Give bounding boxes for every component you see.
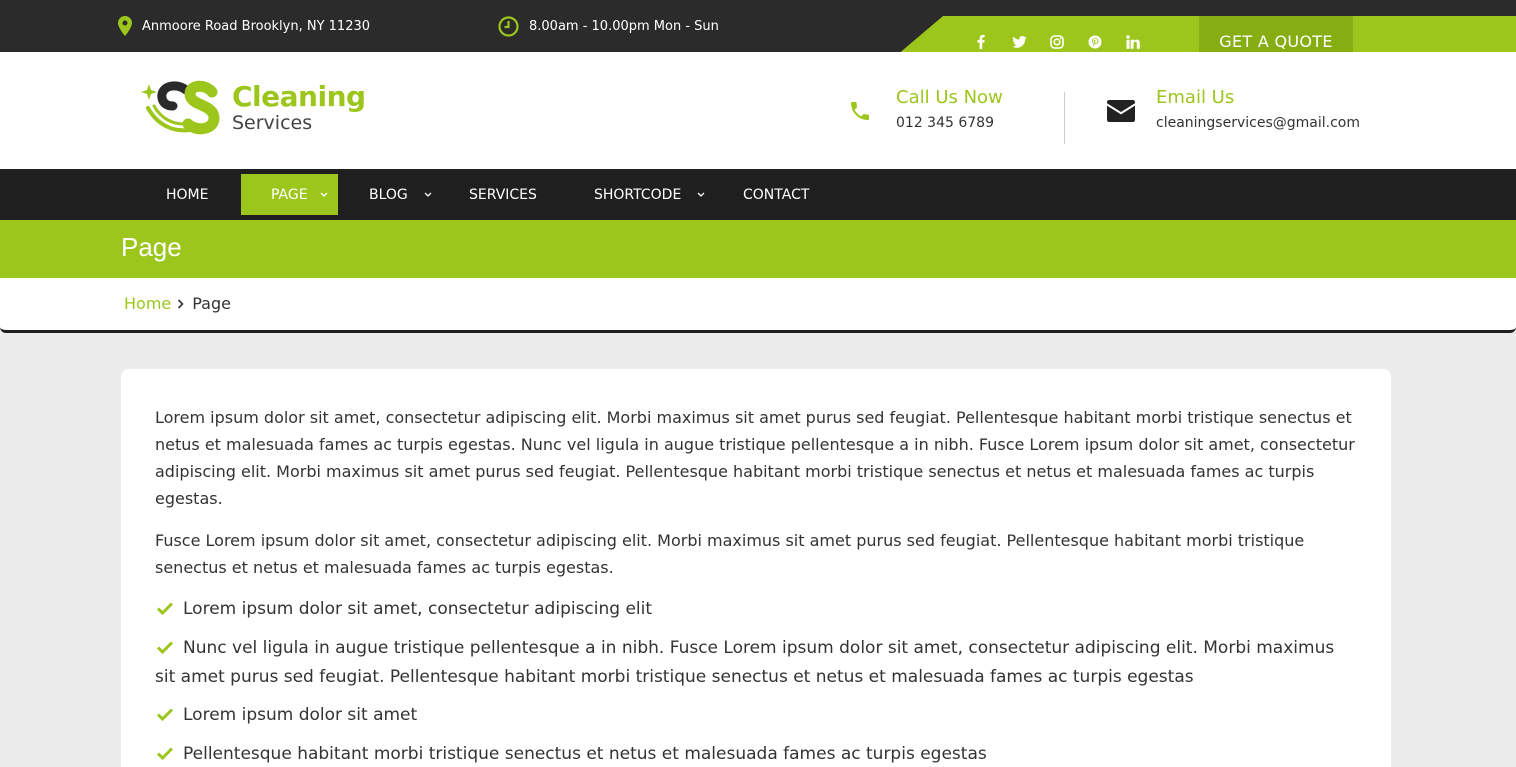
nav-item-label: SHORTCODE [594,186,682,203]
list-item-text: Pellentesque habitant morbi tristique se… [183,744,987,764]
chevron-down-icon [320,192,328,197]
breadcrumb-current: Page [192,294,231,313]
content-paragraph: Lorem ipsum dolor sit amet, consectetur … [155,408,1355,508]
site-header: Cleaning Services Call Us Now 012 345 67… [0,52,1516,169]
list-item-text: Lorem ipsum dolor sit amet [183,705,418,725]
list-item: Nunc vel ligula in augue tristique pelle… [155,634,1355,692]
nav-item-contact[interactable]: CONTACT [743,174,809,215]
phone-number[interactable]: 012 345 6789 [896,110,1003,136]
breadcrumb-bar: Home Page [0,278,1516,333]
email-us-block: Email Us cleaningservices@gmail.com [1107,52,1360,169]
chevron-right-icon [178,298,184,309]
hours-text: 8.00am - 10.00pm Mon - Sun [529,18,719,34]
nav-item-page[interactable]: PAGE [241,174,338,215]
clock-icon [498,15,519,37]
cs-logo-icon [141,80,220,135]
page-title: Page [121,232,182,262]
header-divider [1064,92,1065,144]
call-us-title: Call Us Now [896,86,1003,108]
content-card: Lorem ipsum dolor sit amet, consectetur … [121,369,1391,767]
address-text: Anmoore Road Brooklyn, NY 11230 [142,18,371,34]
call-us-block: Call Us Now 012 345 6789 [848,52,1003,169]
chevron-down-icon [697,192,705,197]
check-icon [156,602,174,615]
chevron-down-icon [424,192,432,197]
nav-item-shortcode[interactable]: SHORTCODE [594,174,705,215]
nav-item-services[interactable]: SERVICES [469,174,537,215]
logo-title: Cleaning [232,80,366,113]
site-logo[interactable]: Cleaning Services [140,80,366,136]
list-item: Lorem ipsum dolor sit amet [155,701,1355,730]
nav-item-blog[interactable]: BLOG [369,174,432,215]
logo-subtitle: Services [232,112,313,134]
check-icon [156,641,174,654]
list-item: Pellentesque habitant morbi tristique se… [155,740,1355,767]
nav-item-label: CONTACT [743,186,810,203]
list-item-text: Nunc vel ligula in augue tristique pelle… [155,638,1335,687]
nav-item-home[interactable]: HOME [166,174,208,215]
check-icon [156,747,174,760]
nav-item-label: SERVICES [469,186,537,203]
logo-text: Cleaning Services [232,80,366,135]
address-info: Anmoore Road Brooklyn, NY 11230 [118,0,370,52]
email-us-title: Email Us [1156,86,1235,108]
list-item: Lorem ipsum dolor sit amet, consectetur … [155,595,1355,624]
hours-info: 8.00am - 10.00pm Mon - Sun [498,0,719,52]
content-paragraph: Fusce Lorem ipsum dolor sit amet, consec… [155,531,1305,577]
main-nav: HOME PAGE BLOG SERVICES SHORTCODE CONTAC… [0,169,1516,220]
envelope-icon [1107,99,1135,122]
nav-item-label: BLOG [369,186,408,203]
location-pin-icon [118,16,132,36]
phone-icon [851,101,869,120]
list-item-text: Lorem ipsum dolor sit amet, consectetur … [183,599,653,619]
page-title-band: Page [0,220,1516,278]
breadcrumb-home-link[interactable]: Home [124,294,171,313]
email-address[interactable]: cleaningservices@gmail.com [1156,110,1360,136]
breadcrumb: Home Page [124,294,231,313]
nav-item-label: HOME [166,186,209,203]
nav-item-label: PAGE [271,186,308,203]
check-icon [156,708,174,721]
